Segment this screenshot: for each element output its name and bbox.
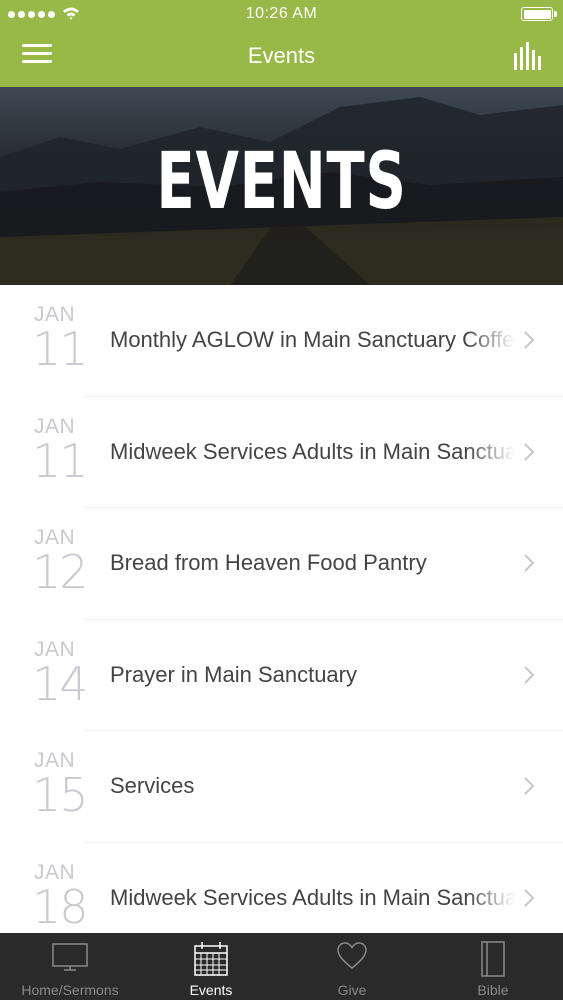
event-row[interactable]: JAN 18 Midweek Services Adults in Main S… xyxy=(0,843,563,934)
nav-bar: Events xyxy=(0,28,563,87)
chevron-right-icon xyxy=(524,777,535,795)
event-day: 11 xyxy=(32,433,89,488)
event-title: Bread from Heaven Food Pantry xyxy=(110,550,427,575)
event-title: Monthly AGLOW in Main Sanctuary Coffee xyxy=(110,327,515,352)
calendar-icon xyxy=(194,942,228,976)
page-title: Events xyxy=(247,43,316,68)
tab-bible[interactable]: Bible xyxy=(423,933,563,1000)
status-bar: 10:26 AM xyxy=(0,0,563,28)
event-date: JAN 12 xyxy=(24,526,89,599)
hero-banner: EVENTS xyxy=(0,87,563,285)
status-time: 10:26 AM xyxy=(245,5,318,22)
chevron-right-icon xyxy=(524,331,535,349)
battery-icon xyxy=(521,7,557,21)
chevron-right-icon xyxy=(524,665,535,684)
event-row[interactable]: JAN 15 Services xyxy=(0,731,563,843)
event-date: JAN 15 xyxy=(24,749,89,822)
chevron-right-icon xyxy=(524,888,535,907)
event-day: 12 xyxy=(32,545,89,599)
events-list: JAN 11 Monthly AGLOW in Main Sanctuary C… xyxy=(0,285,563,933)
tab-home-sermons[interactable]: Home/Sermons xyxy=(0,933,140,1000)
chevron-right-icon xyxy=(524,442,535,461)
event-date: JAN 14 xyxy=(24,638,89,711)
event-row[interactable]: JAN 12 Bread from Heaven Food Pantry xyxy=(0,508,563,620)
event-day: 15 xyxy=(32,768,89,822)
hero-title: EVENTS xyxy=(156,137,407,227)
event-day: 11 xyxy=(32,322,89,376)
chevron-right-icon xyxy=(524,554,535,572)
event-date: JAN 11 xyxy=(24,303,89,376)
book-icon xyxy=(481,941,505,977)
tab-label: Events xyxy=(189,982,233,998)
event-day: 14 xyxy=(32,656,89,711)
event-title: Services xyxy=(110,773,195,798)
event-title: Midweek Services Adults in Main Sanctuar… xyxy=(110,884,515,910)
bar-chart-icon[interactable] xyxy=(513,41,541,71)
event-date: JAN 18 xyxy=(24,861,89,933)
event-row[interactable]: JAN 14 Prayer in Main Sanctuary xyxy=(0,620,563,731)
tab-give[interactable]: Give xyxy=(282,933,422,1000)
tab-events[interactable]: Events xyxy=(141,933,281,1000)
heart-icon xyxy=(337,942,367,969)
event-row[interactable]: JAN 11 Midweek Services Adults in Main S… xyxy=(0,397,563,508)
tab-label: Give xyxy=(337,982,367,998)
event-title: Midweek Services Adults in Main Sanctuar… xyxy=(110,438,515,464)
event-row[interactable]: JAN 11 Monthly AGLOW in Main Sanctuary C… xyxy=(0,285,563,397)
tab-label: Home/Sermons xyxy=(21,982,119,998)
event-date: JAN 11 xyxy=(24,415,89,488)
top-bar: 10:26 AM Events xyxy=(0,0,563,87)
event-title: Prayer in Main Sanctuary xyxy=(110,661,357,687)
event-day: 18 xyxy=(32,879,89,933)
tv-icon xyxy=(52,943,88,971)
tab-bar: Home/Sermons Events Give Bible xyxy=(0,933,563,1000)
tab-label: Bible xyxy=(477,982,509,998)
